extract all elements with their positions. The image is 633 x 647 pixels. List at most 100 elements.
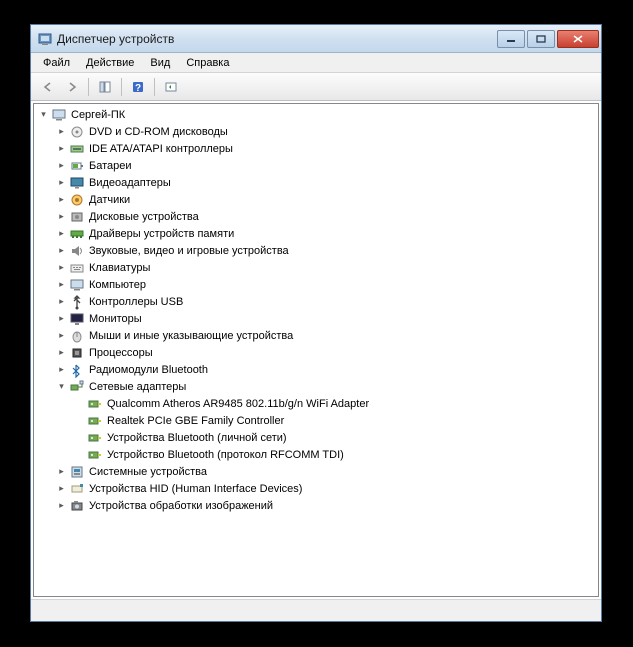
app-icon <box>37 31 53 47</box>
bluetooth-icon <box>69 362 85 378</box>
node-label: Устройство Bluetooth (протокол RFCOMM TD… <box>107 449 344 461</box>
window-title: Диспетчер устройств <box>57 32 497 46</box>
node-label: Системные устройства <box>89 466 207 478</box>
expand-toggle-icon[interactable]: ▸ <box>56 364 67 375</box>
svg-text:?: ? <box>135 83 141 94</box>
display-icon <box>69 175 85 191</box>
imaging-icon <box>69 498 85 514</box>
expand-toggle-icon[interactable]: ▾ <box>56 381 67 392</box>
expand-toggle-icon[interactable]: ▸ <box>56 177 67 188</box>
expand-toggle-icon[interactable]: ▸ <box>56 466 67 477</box>
expand-toggle-icon[interactable]: ▸ <box>56 160 67 171</box>
tree-node-root[interactable]: ▾ Сергей-ПК <box>34 106 598 123</box>
node-label: Мыши и иные указывающие устройства <box>89 330 293 342</box>
toolbar-separator <box>154 78 155 96</box>
expand-toggle-icon[interactable]: ▸ <box>56 245 67 256</box>
tree-node-cat-9[interactable]: ▸ Компьютер <box>34 276 598 293</box>
tree-node-cat-5[interactable]: ▸ Дисковые устройства <box>34 208 598 225</box>
expand-toggle-icon[interactable]: ▸ <box>56 483 67 494</box>
netcard-icon <box>87 430 103 446</box>
tree-node-cat-6[interactable]: ▸ Драйверы устройств памяти <box>34 225 598 242</box>
tree-node-cat-15-child-2[interactable]: Устройства Bluetooth (личной сети) <box>34 429 598 446</box>
expand-toggle-icon[interactable]: ▸ <box>56 347 67 358</box>
tree-node-cat-12[interactable]: ▸ Мыши и иные указывающие устройства <box>34 327 598 344</box>
back-button[interactable] <box>37 76 59 98</box>
node-label: Радиомодули Bluetooth <box>89 364 208 376</box>
node-label: Устройства Bluetooth (личной сети) <box>107 432 287 444</box>
sound-icon <box>69 243 85 259</box>
tree-node-cat-18[interactable]: ▸ Устройства обработки изображений <box>34 497 598 514</box>
expand-toggle-icon[interactable]: ▸ <box>56 296 67 307</box>
tree-node-cat-3[interactable]: ▸ Видеоадаптеры <box>34 174 598 191</box>
minimize-button[interactable] <box>497 30 525 48</box>
tree-node-cat-8[interactable]: ▸ Клавиатуры <box>34 259 598 276</box>
expand-toggle-icon[interactable]: ▾ <box>38 109 49 120</box>
disc-icon <box>69 124 85 140</box>
device-tree[interactable]: ▾ Сергей-ПК ▸ DVD и CD-ROM дисководы ▸ I… <box>33 103 599 597</box>
scan-hardware-button[interactable] <box>160 76 182 98</box>
expand-toggle-icon[interactable]: ▸ <box>56 211 67 222</box>
help-button[interactable]: ? <box>127 76 149 98</box>
tree-node-cat-16[interactable]: ▸ Системные устройства <box>34 463 598 480</box>
tree-node-cat-17[interactable]: ▸ Устройства HID (Human Interface Device… <box>34 480 598 497</box>
tree-node-cat-15-child-3[interactable]: Устройство Bluetooth (протокол RFCOMM TD… <box>34 446 598 463</box>
tree-node-cat-14[interactable]: ▸ Радиомодули Bluetooth <box>34 361 598 378</box>
node-label: Дисковые устройства <box>89 211 199 223</box>
tree-node-cat-10[interactable]: ▸ Контроллеры USB <box>34 293 598 310</box>
computer-icon <box>51 107 67 123</box>
cpu-icon <box>69 345 85 361</box>
show-hide-tree-button[interactable] <box>94 76 116 98</box>
tree-node-cat-1[interactable]: ▸ IDE ATA/ATAPI контроллеры <box>34 140 598 157</box>
node-label: Клавиатуры <box>89 262 150 274</box>
battery-icon <box>69 158 85 174</box>
node-label: DVD и CD-ROM дисководы <box>89 126 228 138</box>
node-label: Видеоадаптеры <box>89 177 171 189</box>
sensor-icon <box>69 192 85 208</box>
close-button[interactable] <box>557 30 599 48</box>
node-label: Сетевые адаптеры <box>89 381 186 393</box>
expand-toggle-icon[interactable]: ▸ <box>56 330 67 341</box>
tree-node-cat-15-child-0[interactable]: Qualcomm Atheros AR9485 802.11b/g/n WiFi… <box>34 395 598 412</box>
expand-toggle-icon[interactable]: ▸ <box>56 143 67 154</box>
tree-node-cat-15[interactable]: ▾ Сетевые адаптеры <box>34 378 598 395</box>
toolbar-separator <box>121 78 122 96</box>
expand-toggle-icon[interactable]: ▸ <box>56 279 67 290</box>
network-icon <box>69 379 85 395</box>
monitor-icon <box>69 311 85 327</box>
memory-icon <box>69 226 85 242</box>
maximize-button[interactable] <box>527 30 555 48</box>
ide-icon <box>69 141 85 157</box>
netcard-icon <box>87 447 103 463</box>
usb-icon <box>69 294 85 310</box>
menu-view[interactable]: Вид <box>142 55 178 71</box>
expand-toggle-icon[interactable]: ▸ <box>56 228 67 239</box>
forward-button[interactable] <box>61 76 83 98</box>
node-label: Процессоры <box>89 347 153 359</box>
tree-node-cat-0[interactable]: ▸ DVD и CD-ROM дисководы <box>34 123 598 140</box>
tree-node-cat-7[interactable]: ▸ Звуковые, видео и игровые устройства <box>34 242 598 259</box>
menu-action[interactable]: Действие <box>78 55 142 71</box>
node-label: Драйверы устройств памяти <box>89 228 234 240</box>
netcard-icon <box>87 396 103 412</box>
expand-toggle-icon[interactable]: ▸ <box>56 194 67 205</box>
expand-toggle-icon[interactable]: ▸ <box>56 313 67 324</box>
menu-file[interactable]: Файл <box>35 55 78 71</box>
statusbar <box>31 599 601 621</box>
tree-node-cat-15-child-1[interactable]: Realtek PCIe GBE Family Controller <box>34 412 598 429</box>
computer-icon <box>69 277 85 293</box>
node-label: Звуковые, видео и игровые устройства <box>89 245 289 257</box>
tree-node-cat-4[interactable]: ▸ Датчики <box>34 191 598 208</box>
node-label: Датчики <box>89 194 130 206</box>
toolbar: ? <box>31 73 601 101</box>
expand-toggle-icon[interactable]: ▸ <box>56 500 67 511</box>
node-label: Сергей-ПК <box>71 109 125 121</box>
tree-node-cat-2[interactable]: ▸ Батареи <box>34 157 598 174</box>
titlebar[interactable]: Диспетчер устройств <box>31 25 601 53</box>
tree-node-cat-11[interactable]: ▸ Мониторы <box>34 310 598 327</box>
tree-node-cat-13[interactable]: ▸ Процессоры <box>34 344 598 361</box>
expand-toggle-icon[interactable]: ▸ <box>56 262 67 273</box>
expand-toggle-icon[interactable]: ▸ <box>56 126 67 137</box>
device-manager-window: Диспетчер устройств Файл Действие Вид Сп… <box>30 24 602 622</box>
menu-help[interactable]: Справка <box>178 55 237 71</box>
node-label: Устройства обработки изображений <box>89 500 273 512</box>
